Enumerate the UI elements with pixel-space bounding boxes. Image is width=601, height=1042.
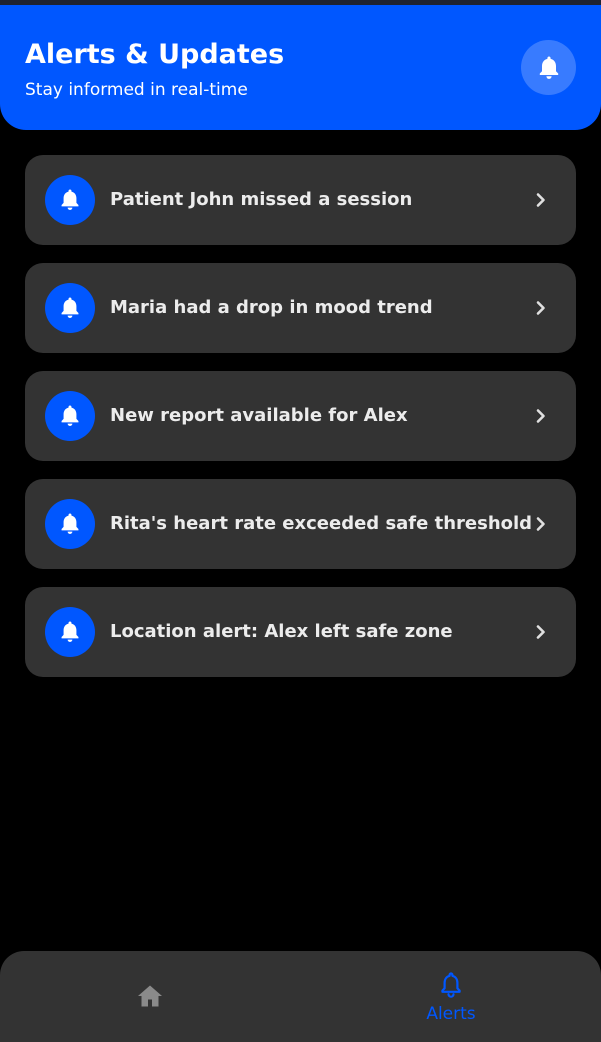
bell-icon bbox=[61, 297, 79, 318]
bell-icon bbox=[61, 405, 79, 426]
alert-text: Rita's heart rate exceeded safe threshol… bbox=[110, 513, 533, 534]
nav-item-home[interactable] bbox=[110, 971, 190, 1021]
bell-icon bbox=[61, 621, 79, 642]
header: Alerts & Updates Stay informed in real-t… bbox=[0, 5, 601, 130]
bottom-nav: Alerts bbox=[0, 951, 601, 1042]
alert-icon-badge bbox=[45, 283, 95, 333]
alert-item[interactable]: Patient John missed a session bbox=[25, 155, 576, 245]
alert-icon-badge bbox=[45, 499, 95, 549]
bell-icon bbox=[441, 972, 461, 998]
chevron-right-icon bbox=[536, 301, 545, 315]
chevron-right-icon bbox=[536, 625, 545, 639]
bell-icon bbox=[539, 56, 558, 79]
alerts-screen: Alerts & Updates Stay informed in real-t… bbox=[0, 0, 601, 1042]
alert-icon-badge bbox=[45, 175, 95, 225]
chevron-right-icon bbox=[536, 517, 545, 531]
chevron-right-icon bbox=[536, 409, 545, 423]
alert-item[interactable]: New report available for Alex bbox=[25, 371, 576, 461]
page-title: Alerts & Updates bbox=[25, 39, 285, 70]
alert-text: Location alert: Alex left safe zone bbox=[110, 621, 453, 642]
alerts-list: Patient John missed a session Maria had … bbox=[25, 155, 576, 695]
alert-item[interactable]: Location alert: Alex left safe zone bbox=[25, 587, 576, 677]
page-subtitle: Stay informed in real-time bbox=[25, 80, 248, 100]
alert-item[interactable]: Rita's heart rate exceeded safe threshol… bbox=[25, 479, 576, 569]
notifications-button[interactable] bbox=[521, 40, 576, 95]
nav-label-alerts: Alerts bbox=[426, 1004, 476, 1024]
bell-icon bbox=[61, 513, 79, 534]
bell-icon bbox=[61, 189, 79, 210]
alert-text: Maria had a drop in mood trend bbox=[110, 297, 433, 318]
nav-item-alerts[interactable]: Alerts bbox=[406, 971, 496, 1029]
home-icon bbox=[138, 985, 162, 1007]
alert-icon-badge bbox=[45, 391, 95, 441]
alert-item[interactable]: Maria had a drop in mood trend bbox=[25, 263, 576, 353]
chevron-right-icon bbox=[536, 193, 545, 207]
alert-text: Patient John missed a session bbox=[110, 189, 413, 210]
alert-icon-badge bbox=[45, 607, 95, 657]
alert-text: New report available for Alex bbox=[110, 405, 408, 426]
